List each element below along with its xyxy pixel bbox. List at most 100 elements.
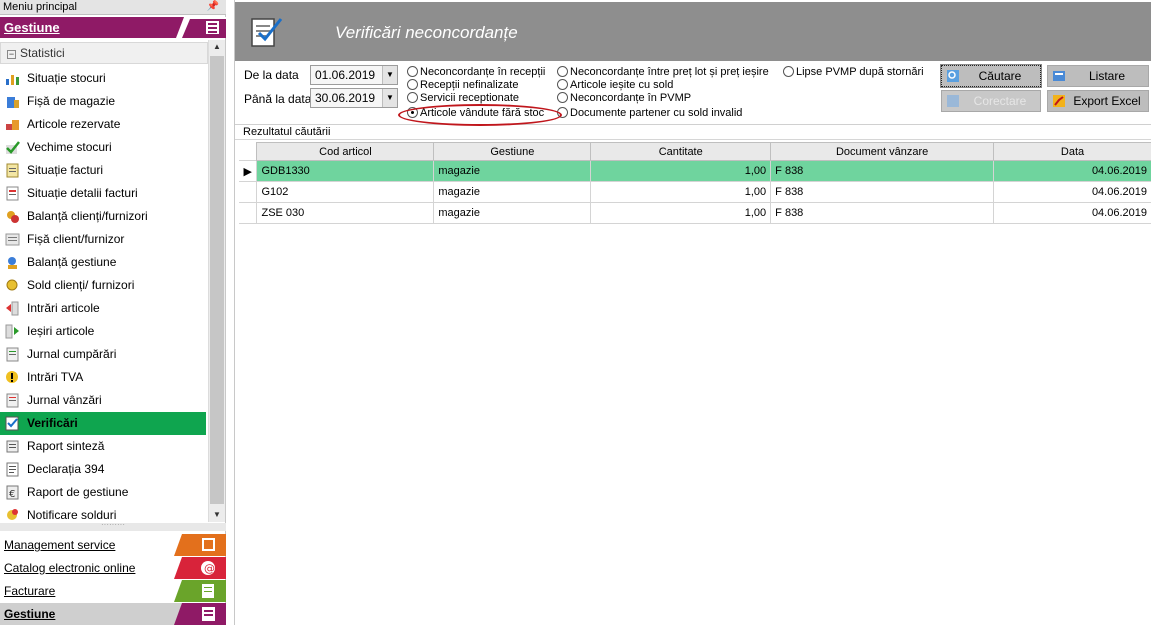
results-label: Rezultatul căutării xyxy=(243,126,331,138)
cell-cantitate[interactable]: 1,00 xyxy=(590,202,772,224)
check-icon xyxy=(6,141,20,154)
radio-icon[interactable] xyxy=(557,79,568,90)
option-documente-partener[interactable]: Documente partener cu sold invalid xyxy=(557,107,742,120)
cell-data[interactable]: 04.06.2019 xyxy=(993,181,1151,203)
module-gestiune[interactable]: Gestiune xyxy=(0,603,226,625)
scrollbar-thumb[interactable] xyxy=(210,56,224,504)
sidebar-item-raport-gestiune[interactable]: € Raport de gestiune xyxy=(0,481,208,504)
sidebar-item-balanta-clienti[interactable]: Balanță clienți/furnizori xyxy=(0,205,208,228)
sidebar-item-vechime-stocuri[interactable]: Vechime stocuri xyxy=(0,136,208,159)
cell-cod-articol[interactable]: G102 xyxy=(256,181,435,203)
row-header[interactable] xyxy=(239,181,258,203)
cell-gestiune[interactable]: magazie xyxy=(433,181,592,203)
section-statistici[interactable]: − Statistici xyxy=(0,42,208,64)
chevron-down-icon[interactable]: ▼ xyxy=(382,66,397,84)
cell-document-vanzare[interactable]: F 838 xyxy=(770,202,995,224)
sidebar-item-situatie-detalii-facturi[interactable]: Situație detalii facturi xyxy=(0,182,208,205)
journal-buy-icon xyxy=(6,347,19,362)
cell-cantitate[interactable]: 1,00 xyxy=(590,160,772,182)
list-button[interactable]: Listare xyxy=(1047,65,1149,87)
row-header[interactable] xyxy=(239,202,258,224)
option-articole-iesite-sold[interactable]: Articole ieșite cu sold xyxy=(557,79,673,92)
sidebar-item-fisa-client[interactable]: Fișă client/furnizor xyxy=(0,228,208,251)
balance-stock-icon xyxy=(8,257,17,269)
filters-panel: De la data 01.06.2019 ▼ Până la data 30.… xyxy=(235,62,1151,125)
module-management-service[interactable]: Management service xyxy=(0,534,226,556)
table-row[interactable]: ▶ GDB1330 magazie 1,00 F 838 04.06.2019 xyxy=(239,160,1151,182)
correct-button[interactable]: Corectare xyxy=(941,90,1041,112)
option-servicii-receptionate[interactable]: Servicii receptionate xyxy=(407,92,519,105)
sidebar-item-jurnal-vanzari[interactable]: Jurnal vânzări xyxy=(0,389,208,412)
col-cantitate[interactable]: Cantitate xyxy=(590,142,772,161)
sidebar-item-sold-clienti[interactable]: Sold clienți/ furnizori xyxy=(0,274,208,297)
cell-cod-articol[interactable]: ZSE 030 xyxy=(256,202,435,224)
option-receptii-nefinalizate[interactable]: Recepții nefinalizate xyxy=(407,79,518,92)
cell-gestiune[interactable]: magazie xyxy=(433,202,592,224)
sidebar-item-label: Balanță gestiune xyxy=(27,255,117,269)
cell-cod-articol[interactable]: GDB1330 xyxy=(256,160,435,182)
row-header-corner xyxy=(239,142,257,161)
col-gestiune[interactable]: Gestiune xyxy=(433,142,592,161)
export-excel-button[interactable]: Export Excel xyxy=(1047,90,1149,112)
module-splitter[interactable]: ········· xyxy=(0,521,226,531)
collapse-icon[interactable]: − xyxy=(7,50,16,59)
module-header-gestiune[interactable]: Gestiune xyxy=(0,17,226,38)
module-catalog-electronic[interactable]: Catalog electronic online @ xyxy=(0,557,226,579)
option-label: Recepții nefinalizate xyxy=(420,79,519,91)
table-row[interactable]: ZSE 030 magazie 1,00 F 838 04.06.2019 xyxy=(239,202,1151,224)
col-cod-articol[interactable]: Cod articol xyxy=(256,142,435,161)
radio-icon[interactable] xyxy=(407,66,418,77)
to-date-picker[interactable]: 30.06.2019 ▼ xyxy=(310,88,398,108)
pin-icon[interactable]: 📌 xyxy=(207,0,219,14)
sidebar-item-declaratia-394[interactable]: Declarația 394 xyxy=(0,458,208,481)
option-neconcordante-pvmp[interactable]: Neconcordanțe în PVMP xyxy=(557,92,691,105)
sidebar-item-fisa-magazie[interactable]: Fișă de magazie xyxy=(0,90,208,113)
radio-icon[interactable] xyxy=(407,92,418,103)
col-document-vanzare[interactable]: Document vânzare xyxy=(770,142,995,161)
col-data[interactable]: Data xyxy=(993,142,1151,161)
from-date-picker[interactable]: 01.06.2019 ▼ xyxy=(310,65,398,85)
radio-icon[interactable] xyxy=(783,66,794,77)
sidebar-item-jurnal-cumparari[interactable]: Jurnal cumpărări xyxy=(0,343,208,366)
chevron-down-icon[interactable]: ▼ xyxy=(382,89,397,107)
scroll-down-icon[interactable]: ▼ xyxy=(209,508,225,522)
option-neconcordante-pret-lot[interactable]: Neconcordanțe între preț lot și preț ieș… xyxy=(557,66,769,79)
sidebar-item-iesiri-articole[interactable]: Ieșiri articole xyxy=(0,320,208,343)
sidebar-item-situatie-stocuri[interactable]: Situație stocuri xyxy=(0,67,208,90)
sidebar-item-intrari-articole[interactable]: Intrări articole xyxy=(0,297,208,320)
sidebar-item-articole-rezervate[interactable]: Articole rezervate xyxy=(0,113,208,136)
sidebar-item-label: Articole rezervate xyxy=(27,117,121,131)
option-neconcordante-receptii[interactable]: Neconcordanțe în recepții xyxy=(407,66,545,79)
correct-icon xyxy=(947,95,959,107)
sidebar-scrollbar[interactable]: ▲ ▼ xyxy=(208,40,225,522)
cell-document-vanzare[interactable]: F 838 xyxy=(770,160,995,182)
sidebar-item-label: Verificări xyxy=(27,416,78,430)
print-icon xyxy=(1053,71,1065,81)
radio-icon[interactable] xyxy=(407,79,418,90)
radio-icon[interactable] xyxy=(557,92,568,103)
search-button[interactable]: Căutare xyxy=(940,64,1042,88)
sidebar-item-label: Situație detalii facturi xyxy=(27,186,138,200)
row-indicator-icon[interactable]: ▶ xyxy=(239,160,258,182)
cell-document-vanzare[interactable]: F 838 xyxy=(770,181,995,203)
arrow-out-icon xyxy=(5,324,19,339)
cell-gestiune[interactable]: magazie xyxy=(433,160,592,182)
radio-icon[interactable] xyxy=(557,66,568,77)
excel-icon xyxy=(1053,95,1065,107)
table-row[interactable]: G102 magazie 1,00 F 838 04.06.2019 xyxy=(239,181,1151,203)
search-button-label: Căutare xyxy=(978,69,1022,83)
sidebar-item-verificari[interactable]: Verificări xyxy=(0,412,206,435)
sidebar-item-raport-sinteza[interactable]: Raport sinteză xyxy=(0,435,208,458)
verify-icon xyxy=(5,416,19,431)
cell-cantitate[interactable]: 1,00 xyxy=(590,181,772,203)
cell-data[interactable]: 04.06.2019 xyxy=(993,202,1151,224)
cell-data[interactable]: 04.06.2019 xyxy=(993,160,1151,182)
option-lipse-pvmp[interactable]: Lipse PVMP după stornări xyxy=(783,66,924,79)
sidebar-item-label: Declarația 394 xyxy=(27,462,105,476)
sidebar-item-situatie-facturi[interactable]: Situație facturi xyxy=(0,159,208,182)
sidebar-item-intrari-tva[interactable]: Intrări TVA xyxy=(0,366,208,389)
sidebar-item-balanta-gestiune[interactable]: Balanță gestiune xyxy=(0,251,208,274)
module-facturare[interactable]: Facturare xyxy=(0,580,226,602)
chart-icon xyxy=(6,75,19,85)
scroll-up-icon[interactable]: ▲ xyxy=(209,40,225,54)
